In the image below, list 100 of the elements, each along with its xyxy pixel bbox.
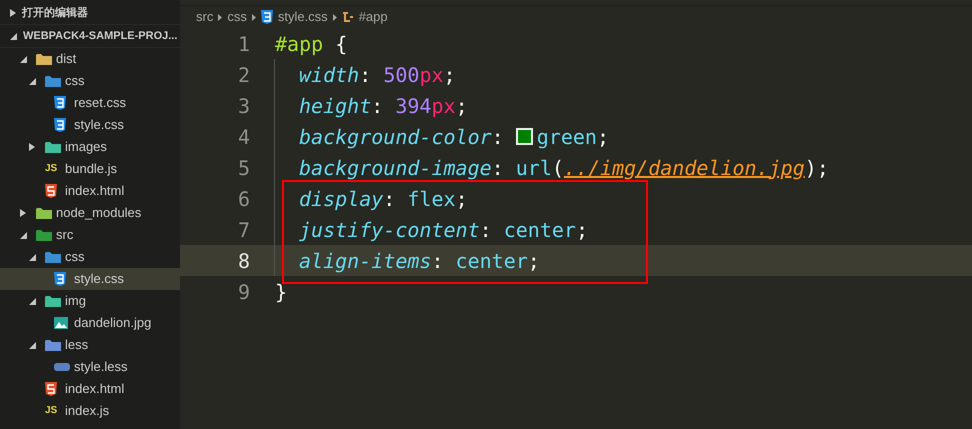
color-swatch[interactable] [516,128,533,145]
breadcrumb-item[interactable]: css [227,7,247,27]
folder-icon [45,294,61,308]
less-file-icon [54,363,70,371]
folder-icon [36,228,52,242]
code-token: background-image [299,154,492,182]
css-file-icon [54,96,66,110]
code-token: green [536,124,597,150]
expanded-arrow-icon [20,56,27,62]
code-token: justify-content [299,216,480,244]
tree-item-label: style.css [74,270,124,288]
code-token: ; [576,216,588,244]
code-token: : [359,62,372,88]
expanded-arrow-icon [20,232,27,238]
tree-item[interactable]: style.css [0,114,180,136]
code-token: width [299,62,360,88]
breadcrumb-item[interactable]: style.css [278,7,328,27]
code-token: { [334,30,348,58]
tree-item-label: index.html [65,182,124,200]
tree-item-label: reset.css [74,94,126,112]
tree-item-label: style.less [74,358,128,376]
code-token: center [456,248,528,274]
code-token: ( [552,154,564,182]
code-token: background-color [299,124,492,150]
code-token: : [480,216,493,244]
tree-item[interactable]: css [0,70,180,92]
tree-item[interactable]: JS index.js [0,400,180,422]
code-token: 500 [383,62,420,88]
tree-item[interactable]: src [0,224,180,246]
tree-item[interactable]: dist [0,48,180,70]
tree-item[interactable]: JS bundle.js [0,158,180,180]
expanded-arrow-icon [29,78,36,84]
breadcrumb-item[interactable]: #app [358,7,388,27]
tree-item[interactable]: style.css [0,268,180,290]
line-number: 7 [236,216,251,244]
line-number: 2 [236,62,251,88]
tree-item-label: img [65,292,86,310]
tree-item-label: dist [56,50,76,68]
chevron-icon [218,14,222,20]
code-token: 394 [395,92,432,120]
tree-item[interactable]: less [0,334,180,356]
tree-item-label: less [65,336,88,354]
tree-item[interactable]: index.html [0,378,180,400]
code-token: ../img/dandelion.jpg [564,154,805,182]
code-token: ; [444,62,456,88]
folder-icon [45,250,61,264]
code-token: : [371,92,384,120]
code-token: display [299,186,384,212]
code-token: : [431,248,444,274]
line-number: 1 [236,30,251,58]
folder-icon [36,206,52,220]
chevron-icon [332,14,337,20]
section-title: 打开的编辑器 [22,6,88,21]
tree-item-label: index.html [65,380,124,398]
js-file-icon: JS [45,164,58,174]
expanded-arrow-icon [10,32,17,40]
folder-icon [45,140,61,154]
code-token: ; [528,248,540,274]
line-number: 9 [236,278,251,306]
code-token: } [275,278,288,306]
html-file-icon [45,382,57,396]
tree-item-label: node_modules [56,204,142,222]
code-token: center [504,216,576,244]
expanded-arrow-icon [29,342,36,348]
tree-item-label: style.css [74,116,124,134]
folder-icon [45,74,61,88]
tree-item[interactable]: reset.css [0,92,180,114]
tree-item[interactable]: index.html [0,180,180,202]
expanded-arrow-icon [29,298,36,304]
breadcrumb-item[interactable]: src [196,7,214,27]
collapsed-arrow-icon [29,143,35,151]
tree-item[interactable]: css [0,246,180,268]
code-token: : [383,186,396,212]
symbol-icon [342,11,354,23]
code-token: ); [804,154,829,182]
code-token: ; [456,186,468,212]
code-token: #app [275,30,324,58]
tree-item-label: css [65,72,84,90]
code-token: url [516,154,552,182]
code-token: px [431,92,456,120]
code-token: ; [456,92,468,120]
expanded-arrow-icon [29,254,36,260]
tree-item[interactable]: img [0,290,180,312]
tree-item[interactable]: images [0,136,180,158]
line-number: 5 [236,154,251,182]
code-token: ; [596,124,610,150]
collapsed-arrow-icon [10,9,16,17]
tree-item-label: index.js [65,402,110,420]
code-token: height [299,92,372,120]
js-file-icon: JS [45,406,58,416]
tree-item-label: images [65,138,107,156]
code-token: px [419,62,444,88]
section-header[interactable]: 打开的编辑器 [0,2,180,25]
tree-item[interactable]: dandelion.jpg [0,312,180,334]
line-number: 6 [236,186,251,212]
tree-item[interactable]: style.less [0,356,180,378]
code-token: flex [407,186,456,212]
folder-icon [45,338,61,352]
tree-item[interactable]: node_modules [0,202,180,224]
section-header[interactable]: WEBPACK4-SAMPLE-PROJ... [0,25,180,48]
